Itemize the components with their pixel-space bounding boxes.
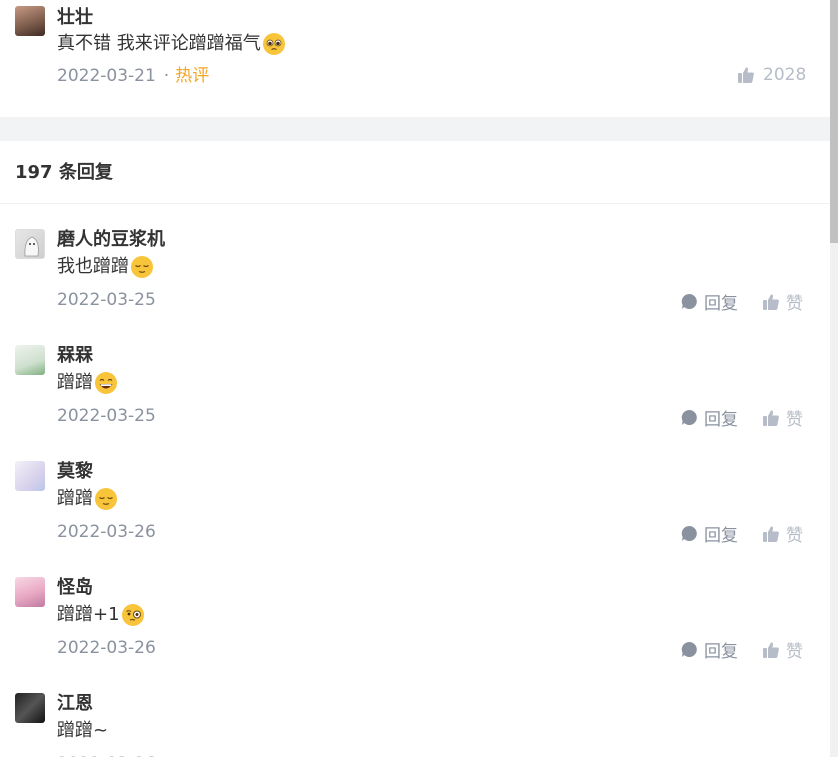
reply-text: 蹭蹭 [57, 371, 118, 395]
reply-body: 蹭蹭+1 [57, 604, 120, 625]
like-button[interactable]: 赞 [762, 753, 803, 757]
like-label: 赞 [786, 642, 803, 662]
comment-body: 真不错 我来评论蹭蹭福气 [57, 33, 261, 54]
avatar[interactable] [15, 229, 45, 259]
reply-label: 回复 [704, 642, 738, 662]
reply-label: 回复 [704, 753, 738, 757]
comment-text: 真不错 我来评论蹭蹭福气 [57, 32, 286, 56]
avatar[interactable] [15, 461, 45, 491]
comment-bubble-icon [681, 409, 697, 425]
comment-bubble-icon [681, 293, 697, 309]
reply-body: 蹭蹭~ [57, 720, 109, 741]
reply-body: 我也蹭蹭 [57, 256, 129, 277]
reply-button[interactable]: 回复 [681, 637, 738, 662]
reply-button[interactable]: 回复 [681, 521, 738, 546]
reply-button[interactable]: 回复 [681, 289, 738, 314]
username[interactable]: 槑槑 [57, 345, 93, 367]
like-count: 2028 [763, 65, 807, 85]
username[interactable]: 莫黎 [57, 461, 93, 483]
comment-meta: 2022-03-21 · 热评 [57, 65, 209, 87]
avatar[interactable] [15, 6, 45, 36]
comment-date: 2022-03-21 [57, 66, 156, 86]
username[interactable]: 壮壮 [57, 7, 93, 29]
reply-body: 蹭蹭 [57, 372, 93, 393]
meta-separator: · [163, 66, 170, 86]
reply-date: 2022-03-26 [57, 638, 156, 658]
reply-label: 回复 [704, 410, 738, 430]
like-label: 赞 [786, 753, 803, 757]
thumbs-up-icon [763, 641, 779, 658]
username[interactable]: 怪岛 [57, 577, 93, 599]
hot-badge: 热评 [175, 66, 210, 86]
pleading-face-icon [262, 33, 285, 55]
reply-text: 蹭蹭~ [57, 719, 108, 743]
avatar[interactable] [15, 345, 45, 375]
avatar-image [24, 236, 39, 257]
reply-text: 蹭蹭+1 [57, 603, 145, 627]
like-button[interactable]: 2028 [737, 65, 806, 85]
reply-text: 蹭蹭 [57, 487, 118, 511]
avatar[interactable] [15, 693, 45, 723]
reply-body: 蹭蹭 [57, 488, 93, 509]
reply-date: 2022-03-25 [57, 406, 156, 426]
thumbs-up-icon [763, 525, 779, 542]
scrollbar-thumb[interactable] [830, 0, 838, 243]
reply-label: 回复 [704, 526, 738, 546]
thumbs-up-icon [763, 409, 779, 426]
reply-label: 回复 [704, 294, 738, 314]
divider [0, 203, 830, 204]
comment-bubble-icon [681, 525, 697, 541]
face-with-monocle-icon [121, 604, 144, 626]
grinning-face-icon [95, 372, 117, 394]
reply-button[interactable]: 回复 [681, 753, 738, 757]
reply-button[interactable]: 回复 [681, 405, 738, 430]
replies-count-title: 197 条回复 [15, 162, 113, 183]
relieved-face-icon [131, 256, 153, 278]
like-button[interactable]: 赞 [762, 521, 803, 546]
thumbs-up-icon [738, 67, 754, 83]
reply-date: 2022-03-25 [57, 290, 156, 310]
username[interactable]: 磨人的豆浆机 [57, 229, 165, 251]
relieved-face-icon [95, 488, 117, 510]
like-label: 赞 [786, 410, 803, 430]
reply-text: 我也蹭蹭 [57, 255, 154, 279]
like-label: 赞 [786, 294, 803, 314]
section-separator [0, 117, 830, 141]
like-button[interactable]: 赞 [762, 637, 803, 662]
like-button[interactable]: 赞 [762, 289, 803, 314]
avatar[interactable] [15, 577, 45, 607]
reply-date: 2022-03-26 [57, 522, 156, 542]
comment-bubble-icon [681, 641, 697, 657]
reply-date: 2022-03-26 [57, 753, 156, 757]
thumbs-up-icon [763, 293, 779, 310]
like-label: 赞 [786, 526, 803, 546]
like-button[interactable]: 赞 [762, 405, 803, 430]
username[interactable]: 江恩 [57, 693, 93, 715]
